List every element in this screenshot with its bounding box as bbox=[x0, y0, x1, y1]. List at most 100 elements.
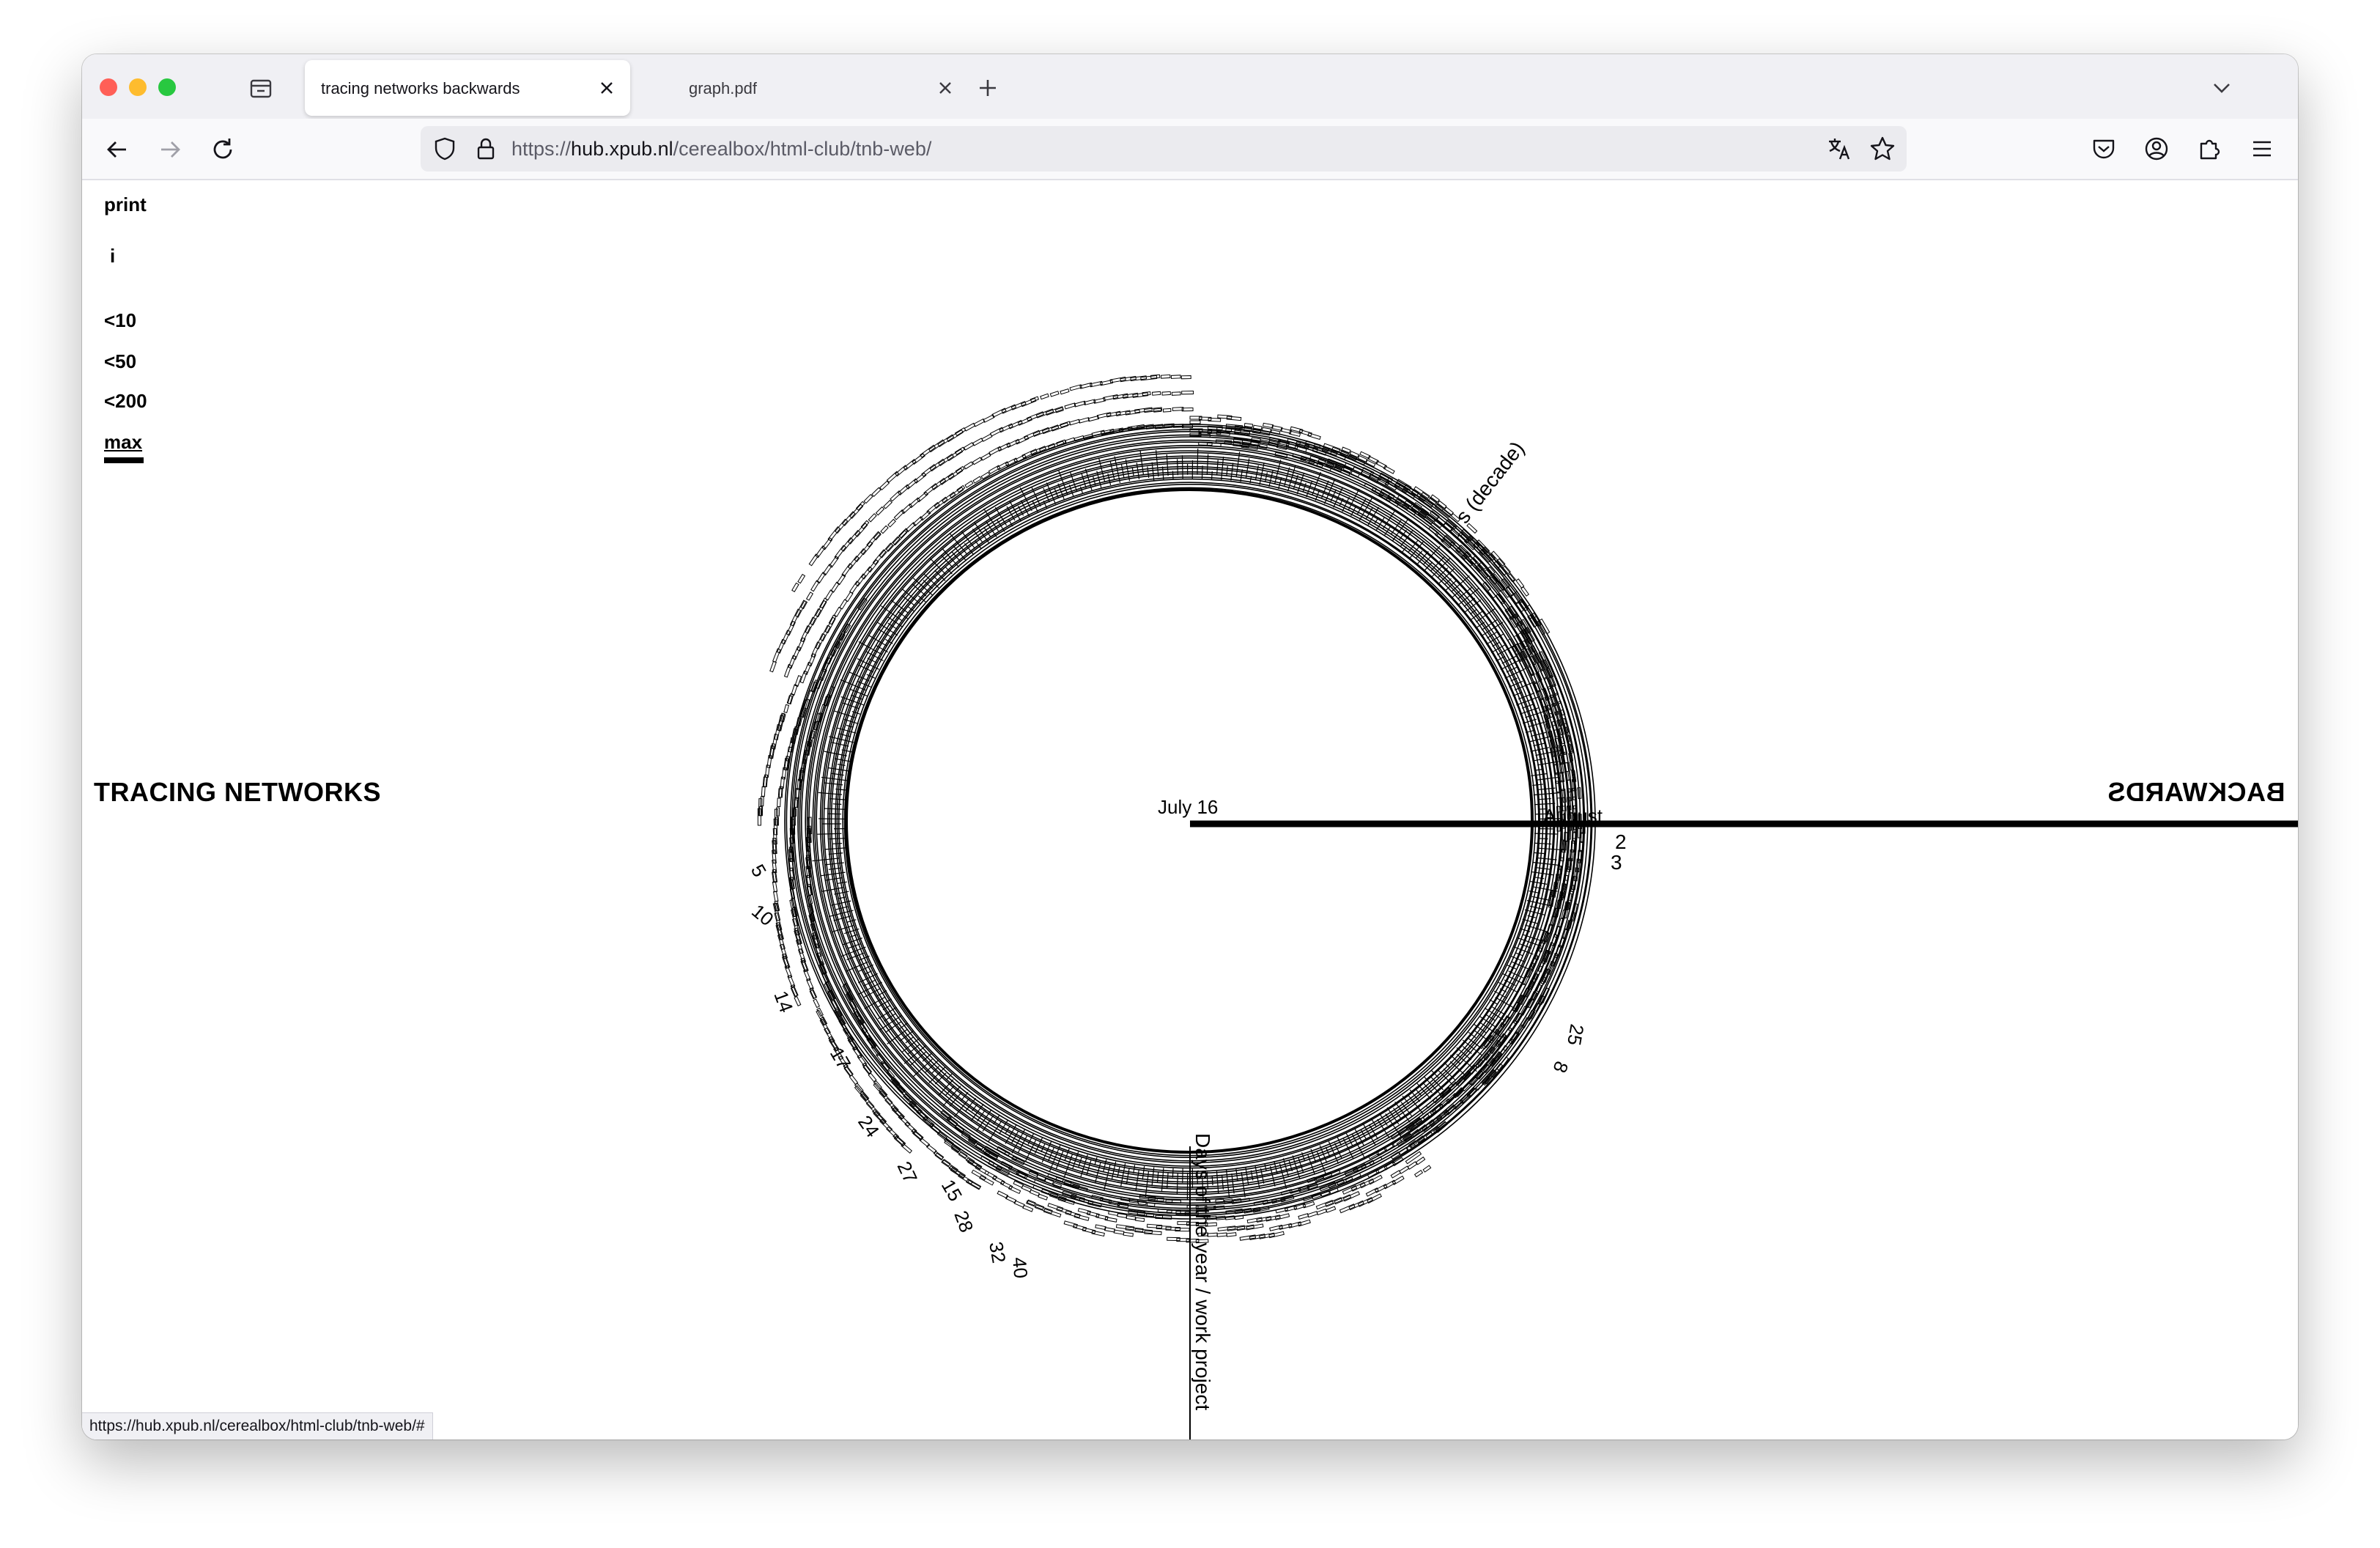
graph-label-mark bbox=[1056, 1206, 1072, 1215]
filter-lt50-link[interactable]: <50 bbox=[104, 350, 136, 373]
graph-label-mark bbox=[1156, 1225, 1172, 1230]
graph-label-mark bbox=[820, 624, 831, 642]
active-filter-indicator bbox=[104, 457, 144, 463]
navigation-toolbar: https://hub.xpub.nl/cerealbox/html-club/… bbox=[82, 119, 2298, 180]
graph-label-mark bbox=[805, 591, 814, 601]
graph-tick bbox=[1131, 467, 1134, 476]
graph-label-mark bbox=[984, 1170, 998, 1180]
page-content: July 16 August s (decade) Days of the ye… bbox=[82, 180, 2298, 1440]
graph-label-mark bbox=[909, 497, 921, 509]
graph-label-mark bbox=[1390, 1170, 1402, 1179]
reload-icon[interactable] bbox=[207, 133, 239, 166]
graph-tick bbox=[1532, 758, 1546, 762]
graph-label-mark bbox=[815, 633, 826, 650]
graph-label-mark bbox=[839, 599, 848, 610]
graph-label-mark bbox=[1060, 388, 1070, 395]
graph-tick bbox=[1120, 463, 1125, 479]
graph-label-mark bbox=[866, 531, 882, 548]
graph-tick bbox=[824, 877, 843, 881]
filter-max-link[interactable]: max bbox=[104, 431, 142, 454]
graph-label-mark bbox=[1029, 1189, 1040, 1197]
graph-label-mark bbox=[991, 1175, 1005, 1185]
graph-label-mark bbox=[971, 1169, 987, 1181]
graph-label-mark bbox=[800, 600, 808, 610]
graph-label-mark bbox=[1161, 391, 1171, 396]
star-icon[interactable] bbox=[1867, 133, 1898, 164]
graph-label-mark bbox=[854, 523, 868, 537]
window-minimize-button[interactable] bbox=[129, 78, 147, 96]
graph-label-mark bbox=[833, 606, 842, 617]
graph-label-mark bbox=[975, 1165, 990, 1176]
graph-label-mark bbox=[1160, 374, 1171, 379]
arrow-right-icon[interactable] bbox=[154, 133, 186, 166]
graph-label-mark bbox=[772, 648, 781, 663]
graph-label-mark bbox=[972, 438, 983, 446]
graph-tick bbox=[1449, 1061, 1467, 1077]
translate-icon[interactable] bbox=[1825, 133, 1855, 164]
graph-label-mark bbox=[887, 518, 896, 528]
url-text[interactable]: https://hub.xpub.nl/cerealbox/html-club/… bbox=[511, 138, 931, 161]
account-icon[interactable] bbox=[2141, 133, 2172, 164]
scattered-number: 28 bbox=[950, 1208, 978, 1235]
window-close-button[interactable] bbox=[100, 78, 117, 96]
graph-label-mark bbox=[792, 646, 802, 660]
close-icon[interactable] bbox=[932, 75, 958, 101]
scattered-number: 27 bbox=[893, 1158, 922, 1187]
graph-label-mark bbox=[1180, 375, 1191, 380]
browser-window: tracing networks backwards graph.pdf htt… bbox=[82, 54, 2298, 1440]
graph-label-mark bbox=[777, 638, 786, 654]
tab-graph-pdf[interactable]: graph.pdf bbox=[646, 60, 972, 116]
graph-label-mark bbox=[847, 529, 861, 545]
graph-tick bbox=[1534, 842, 1552, 845]
graph-label-mark bbox=[1189, 420, 1201, 424]
url-bar[interactable]: https://hub.xpub.nl/cerealbox/html-club/… bbox=[421, 126, 1907, 172]
info-link[interactable]: i bbox=[110, 245, 115, 268]
graph-tick bbox=[1156, 1171, 1159, 1184]
graph-label-mark bbox=[1038, 1193, 1049, 1201]
filter-lt10-link[interactable]: <10 bbox=[104, 309, 136, 332]
graph-label-mark bbox=[883, 499, 892, 509]
graph-label-mark bbox=[1068, 419, 1081, 426]
graph-label-mark bbox=[1162, 408, 1172, 413]
graph-label-mark bbox=[916, 491, 928, 503]
shield-icon[interactable] bbox=[431, 135, 459, 163]
puzzle-icon[interactable] bbox=[2194, 133, 2225, 164]
graph-label-mark bbox=[999, 1180, 1013, 1190]
graph-label-mark bbox=[1034, 1204, 1053, 1215]
title-backwards-mirrored: BACKWARDS bbox=[2107, 777, 2285, 807]
graph-label-mark bbox=[1078, 417, 1090, 424]
graph-label-mark bbox=[890, 490, 902, 502]
print-link[interactable]: print bbox=[104, 194, 147, 216]
pocket-icon[interactable] bbox=[2088, 133, 2119, 164]
graph-label-mark bbox=[1049, 391, 1060, 397]
graph-label-mark bbox=[1307, 1211, 1318, 1218]
graph-label-mark bbox=[1065, 1210, 1081, 1218]
plus-icon[interactable] bbox=[973, 73, 1002, 103]
arrow-left-icon[interactable] bbox=[101, 133, 133, 166]
decade-label: s (decade) bbox=[1451, 437, 1529, 527]
graph-label-mark bbox=[914, 472, 927, 484]
chevron-down-icon[interactable] bbox=[2207, 73, 2236, 103]
graph-label-mark bbox=[1243, 422, 1254, 428]
graph-label-mark bbox=[873, 531, 882, 541]
graph-label-mark bbox=[923, 483, 938, 496]
tab-overview-icon[interactable] bbox=[246, 73, 276, 103]
graph-tick bbox=[1197, 449, 1199, 475]
tab-tracing-networks[interactable]: tracing networks backwards bbox=[305, 60, 630, 116]
graph-label-mark bbox=[1176, 1238, 1190, 1242]
close-icon[interactable] bbox=[594, 75, 620, 101]
graph-label-mark bbox=[886, 471, 900, 483]
graph-label-mark bbox=[840, 537, 854, 552]
graph-label-mark bbox=[815, 545, 826, 559]
filter-lt200-link[interactable]: <200 bbox=[104, 390, 147, 413]
tab-label: tracing networks backwards bbox=[321, 79, 520, 97]
hamburger-icon[interactable] bbox=[2247, 133, 2277, 164]
graph-label-mark bbox=[847, 555, 860, 570]
graph-label-mark bbox=[926, 501, 940, 515]
graph-label-mark bbox=[821, 537, 833, 550]
graph-label-mark bbox=[1170, 375, 1181, 379]
graph-label-mark bbox=[868, 513, 877, 523]
graph-tick bbox=[824, 847, 847, 850]
window-maximize-button[interactable] bbox=[158, 78, 176, 96]
lock-icon[interactable] bbox=[472, 135, 500, 163]
